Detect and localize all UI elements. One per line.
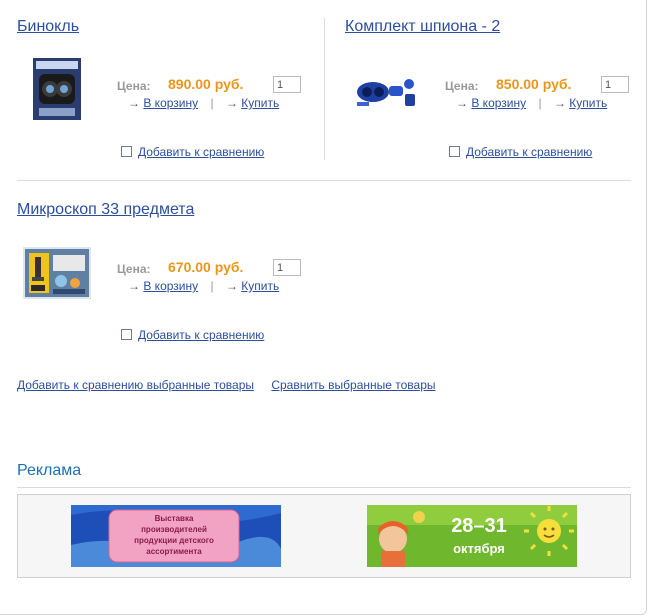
quantity-input[interactable]	[273, 259, 301, 276]
ads-divider	[17, 487, 631, 488]
product-title-link[interactable]: Микроскоп 33 предмета	[17, 201, 194, 219]
ads-section-title: Реклама	[17, 462, 82, 479]
arrow-right-icon: →	[128, 96, 140, 110]
action-separator: |	[538, 96, 542, 110]
banner-line: продукции детского	[134, 536, 214, 545]
product-card-spy-kit: Комплект шпиона - 2 Цена: 850.00 руб. → …	[345, 18, 635, 168]
price-value: 850.00 руб.	[496, 76, 572, 92]
arrow-right-icon: →	[128, 279, 140, 293]
buy-link[interactable]: Купить	[241, 96, 279, 110]
product-image-microscope[interactable]	[23, 247, 91, 299]
banner-exhibition-text: Выставка производителей продукции детско…	[109, 513, 239, 557]
arrow-right-icon: →	[225, 96, 238, 110]
compare-selected-link[interactable]: Сравнить выбранные товары	[271, 378, 435, 392]
compare-checkbox-row[interactable]: Добавить к сравнению	[449, 145, 592, 159]
row-divider	[17, 180, 631, 181]
quantity-input[interactable]	[601, 76, 629, 93]
banner-month-text: октября	[453, 541, 505, 556]
product-actions: → В корзину | → Купить	[128, 279, 279, 293]
ads-container: Выставка производителей продукции детско…	[17, 494, 631, 578]
action-separator: |	[210, 96, 214, 110]
product-image-spy-kit[interactable]	[351, 70, 419, 110]
compare-checkbox[interactable]	[121, 329, 132, 340]
add-selected-to-compare-link[interactable]: Добавить к сравнению выбранные товары	[17, 378, 254, 392]
price-label: Цена:	[117, 79, 151, 93]
price-value: 670.00 руб.	[168, 259, 244, 275]
product-actions: → В корзину | → Купить	[128, 96, 279, 110]
add-to-cart-link[interactable]: В корзину	[143, 96, 198, 110]
action-separator: |	[210, 279, 214, 293]
banner-line: производителей	[141, 525, 207, 534]
arrow-right-icon: →	[553, 96, 566, 110]
product-card-binoculars: Бинокль Цена: 890.00 руб. → В корзину | …	[17, 18, 317, 168]
add-to-compare-link[interactable]: Добавить к сравнению	[466, 145, 592, 159]
buy-link[interactable]: Купить	[241, 279, 279, 293]
product-title-link[interactable]: Бинокль	[17, 18, 79, 36]
compare-actions-bar: Добавить к сравнению выбранные товары Ср…	[17, 378, 450, 392]
quantity-input[interactable]	[273, 76, 301, 93]
product-actions: → В корзину | → Купить	[456, 96, 607, 110]
compare-checkbox-row[interactable]: Добавить к сравнению	[121, 328, 264, 342]
buy-link[interactable]: Купить	[569, 96, 607, 110]
price-label: Цена:	[445, 79, 479, 93]
banner-line: ассортимента	[146, 547, 202, 556]
add-to-compare-link[interactable]: Добавить к сравнению	[138, 328, 264, 342]
add-to-compare-link[interactable]: Добавить к сравнению	[138, 145, 264, 159]
price-value: 890.00 руб.	[168, 76, 244, 92]
column-divider	[324, 18, 325, 160]
banner-october-dates[interactable]: 28–31 октября	[367, 505, 577, 567]
banner-exhibition[interactable]: Выставка производителей продукции детско…	[71, 505, 281, 567]
arrow-right-icon: →	[225, 279, 238, 293]
compare-checkbox[interactable]	[449, 146, 460, 157]
add-to-cart-link[interactable]: В корзину	[143, 279, 198, 293]
product-title-link[interactable]: Комплект шпиона - 2	[345, 18, 500, 36]
add-to-cart-link[interactable]: В корзину	[471, 96, 526, 110]
arrow-right-icon: →	[456, 96, 468, 110]
product-image-binoculars[interactable]	[33, 58, 81, 120]
product-card-microscope: Микроскоп 33 предмета Цена: 670.00 руб. …	[17, 201, 317, 351]
compare-checkbox-row[interactable]: Добавить к сравнению	[121, 145, 264, 159]
compare-checkbox[interactable]	[121, 146, 132, 157]
banner-line: Выставка	[154, 514, 194, 523]
price-label: Цена:	[117, 262, 151, 276]
banner-dates-text: 28–31	[451, 515, 507, 537]
